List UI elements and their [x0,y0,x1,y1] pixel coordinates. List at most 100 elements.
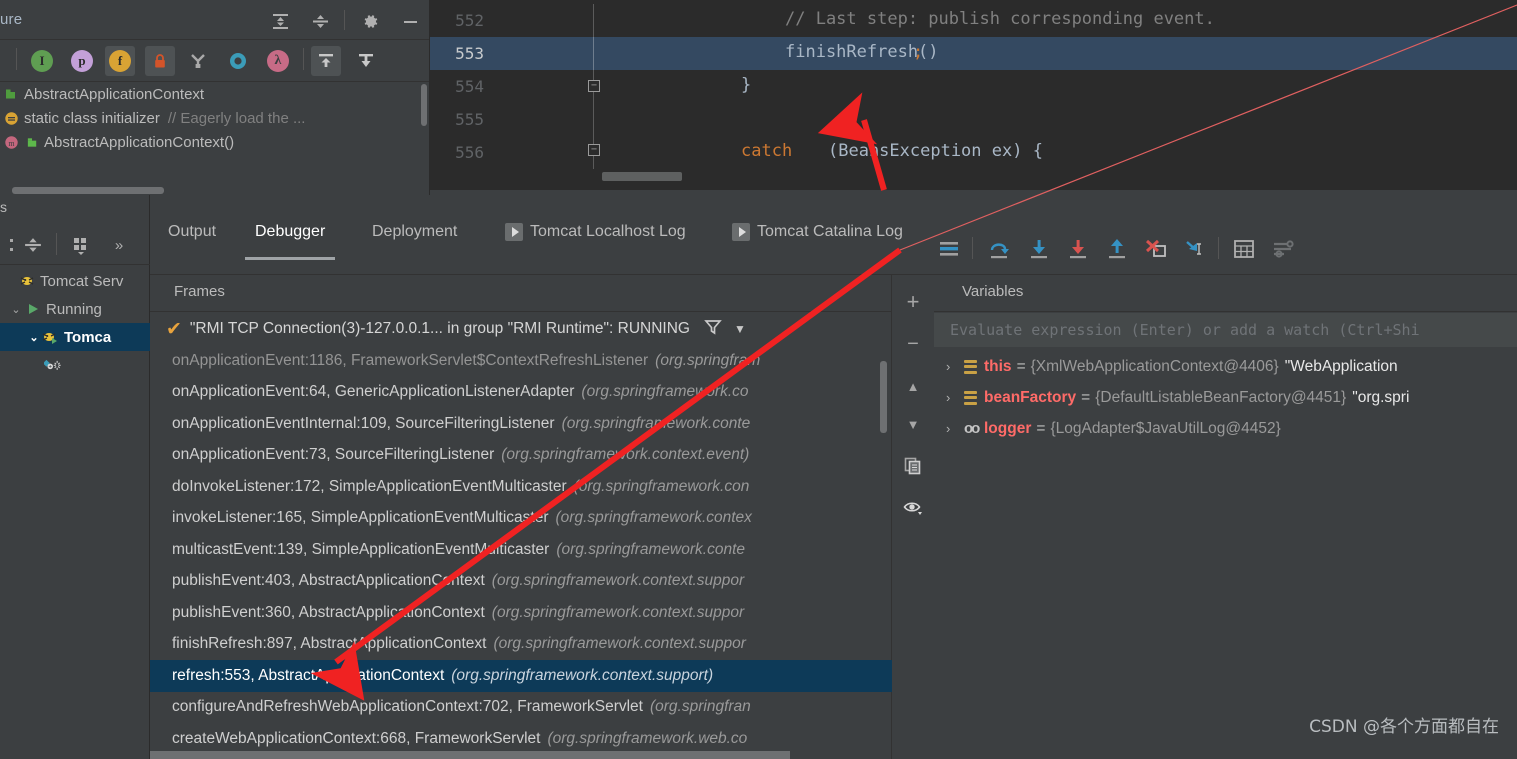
structure-item-label: AbstractApplicationContext() [44,133,235,151]
structure-vertical-scrollbar[interactable] [421,84,427,126]
tab-output[interactable]: Output [168,223,216,241]
properties-icon[interactable]: p [67,46,97,76]
expand-icon[interactable] [0,233,22,257]
run-to-cursor-icon[interactable] [1181,235,1209,263]
fold-region-start-icon[interactable]: − [588,80,600,92]
settings-sliders-icon[interactable] [1269,235,1297,263]
frame-row[interactable]: publishEvent:360, AbstractApplicationCon… [150,597,892,629]
evaluate-expression-input[interactable]: Evaluate expression (Enter) or add a wat… [934,313,1517,347]
more-options-icon[interactable]: » [106,233,132,257]
frame-row[interactable]: publishEvent:403, AbstractApplicationCon… [150,566,892,598]
anonymous-classes-icon[interactable] [223,46,253,76]
hide-panel-icon[interactable] [398,9,422,33]
step-out-icon[interactable] [1103,235,1131,263]
services-panel-title: s [0,199,7,215]
chevron-down-icon[interactable]: ⌄ [26,331,42,344]
active-tab-underline [245,257,336,260]
code-editor[interactable]: 552 // Last step: publish corresponding … [430,0,1517,190]
frame-row[interactable]: onApplicationEvent:1186, FrameworkServle… [150,345,892,377]
structure-panel-title: ure [0,11,23,28]
fold-region-end-icon[interactable]: − [588,144,600,156]
chevron-down-icon[interactable]: ⌄ [8,303,24,316]
tab-tomcat-catalina-log[interactable]: Tomcat Catalina Log [732,223,903,241]
collapse-all-icon[interactable] [20,233,46,257]
variable-string-repr: "org.spri [1352,388,1410,406]
show-execution-point-icon[interactable] [935,235,963,263]
tab-debugger[interactable]: Debugger [245,223,336,260]
services-item-running[interactable]: ⌄ Running [0,295,150,323]
variable-row-beanfactory[interactable]: › beanFactory = {DefaultListableBeanFact… [934,382,1517,413]
services-item-deployment[interactable] [0,351,150,379]
services-item-tomcat-server[interactable]: Tomcat Serv [0,267,150,295]
frame-method: refresh:553, AbstractApplicationContext [172,666,445,684]
chevron-right-icon[interactable]: › [946,421,964,436]
frame-method: createWebApplicationContext:668, Framewo… [172,729,541,747]
variable-row-logger[interactable]: › oo logger = {LogAdapter$JavaUtilLog@44… [934,413,1517,444]
frame-row[interactable]: onApplicationEvent:73, SourceFilteringLi… [150,440,892,472]
remove-watch-button[interactable]: − [900,331,926,357]
chevron-right-icon[interactable]: › [946,359,964,374]
step-over-icon[interactable] [986,235,1014,263]
drop-frame-icon[interactable] [1142,235,1170,263]
frame-package: (org.springframework.context.support) [451,666,714,684]
non-public-lock-icon[interactable] [145,46,175,76]
frames-vertical-scrollbar[interactable] [880,361,887,433]
move-watch-down-button[interactable]: ▼ [900,411,926,437]
variable-name: this [984,357,1012,375]
editor-horizontal-scrollbar[interactable] [602,172,682,181]
frame-package: (org.springframework.con [573,477,750,495]
play-icon [505,223,523,241]
collapse-all-icon[interactable] [308,9,332,33]
frame-row-selected[interactable]: refresh:553, AbstractApplicationContext … [150,660,892,692]
structure-horizontal-scrollbar[interactable] [12,187,164,194]
inspect-value-eye-button[interactable] [900,495,926,521]
variable-row-this[interactable]: › this = {XmlWebApplicationContext@4406}… [934,351,1517,382]
line-number: 553 [455,44,484,63]
move-watch-up-button[interactable]: ▲ [900,373,926,399]
evaluate-expression-icon[interactable] [1230,235,1258,263]
tab-deployment[interactable]: Deployment [372,223,457,241]
services-item-tomcat-instance[interactable]: ⌄ Tomca [0,323,150,351]
frame-row[interactable]: onApplicationEvent:64, GenericApplicatio… [150,377,892,409]
frame-row[interactable]: doInvokeListener:172, SimpleApplicationE… [150,471,892,503]
filter-icon[interactable] [704,318,722,341]
lambdas-icon[interactable]: λ [263,46,293,76]
frame-row[interactable]: configureAndRefreshWebApplicationContext… [150,692,892,724]
frame-method: onApplicationEvent:73, SourceFilteringLi… [172,446,495,464]
chevron-right-icon[interactable]: › [946,390,964,405]
fields-icon[interactable]: f [105,46,135,76]
debugger-tab-bar: Output Debugger Deployment Tomcat Localh… [150,195,1517,275]
frames-horizontal-scrollbar[interactable] [150,751,790,759]
copy-value-button[interactable] [900,453,926,479]
autoscroll-to-source-icon[interactable] [311,46,341,76]
frame-row[interactable]: multicastEvent:139, SimpleApplicationEve… [150,534,892,566]
frame-row[interactable]: createWebApplicationContext:668, Framewo… [150,723,892,755]
variable-value: {DefaultListableBeanFactory@4451} [1095,388,1347,406]
tab-label: Deployment [372,223,458,240]
structure-tree-item-class[interactable]: AbstractApplicationContext [0,82,429,106]
structure-tree-item-constructor[interactable]: m AbstractApplicationContext() [0,130,429,154]
structure-tree-item-static-initializer[interactable]: static class initializer // Eagerly load… [0,106,429,130]
equals-sign: = [1016,357,1026,375]
chevron-down-icon[interactable]: ▼ [734,322,746,336]
frame-package: (org.springframework.context.event) [501,446,750,464]
add-watch-button[interactable]: + [900,289,926,315]
inherited-members-icon[interactable]: I [27,46,57,76]
frame-method: doInvokeListener:172, SimpleApplicationE… [172,477,567,495]
csdn-watermark: CSDN @各个方面都自在 [1309,717,1499,737]
frame-row[interactable]: finishRefresh:897, AbstractApplicationCo… [150,629,892,661]
autoscroll-from-source-icon[interactable] [351,46,381,76]
thread-running-check-icon: ✔ [166,318,182,340]
frame-row[interactable]: onApplicationEventInternal:109, SourceFi… [150,408,892,440]
svg-text:m: m [8,139,15,148]
step-into-icon[interactable] [1025,235,1053,263]
thread-selector[interactable]: ✔ "RMI TCP Connection(3)-127.0.0.1... in… [150,313,892,345]
force-step-into-icon[interactable] [1064,235,1092,263]
sort-by-visibility-icon[interactable] [183,46,213,76]
group-by-icon[interactable] [68,233,94,257]
tab-tomcat-localhost-log[interactable]: Tomcat Localhost Log [505,223,686,241]
editor-line: 552 // Last step: publish corresponding … [430,4,1517,37]
settings-gear-icon[interactable] [358,9,382,33]
expand-all-icon[interactable] [268,9,292,33]
frame-row[interactable]: invokeListener:165, SimpleApplicationEve… [150,503,892,535]
